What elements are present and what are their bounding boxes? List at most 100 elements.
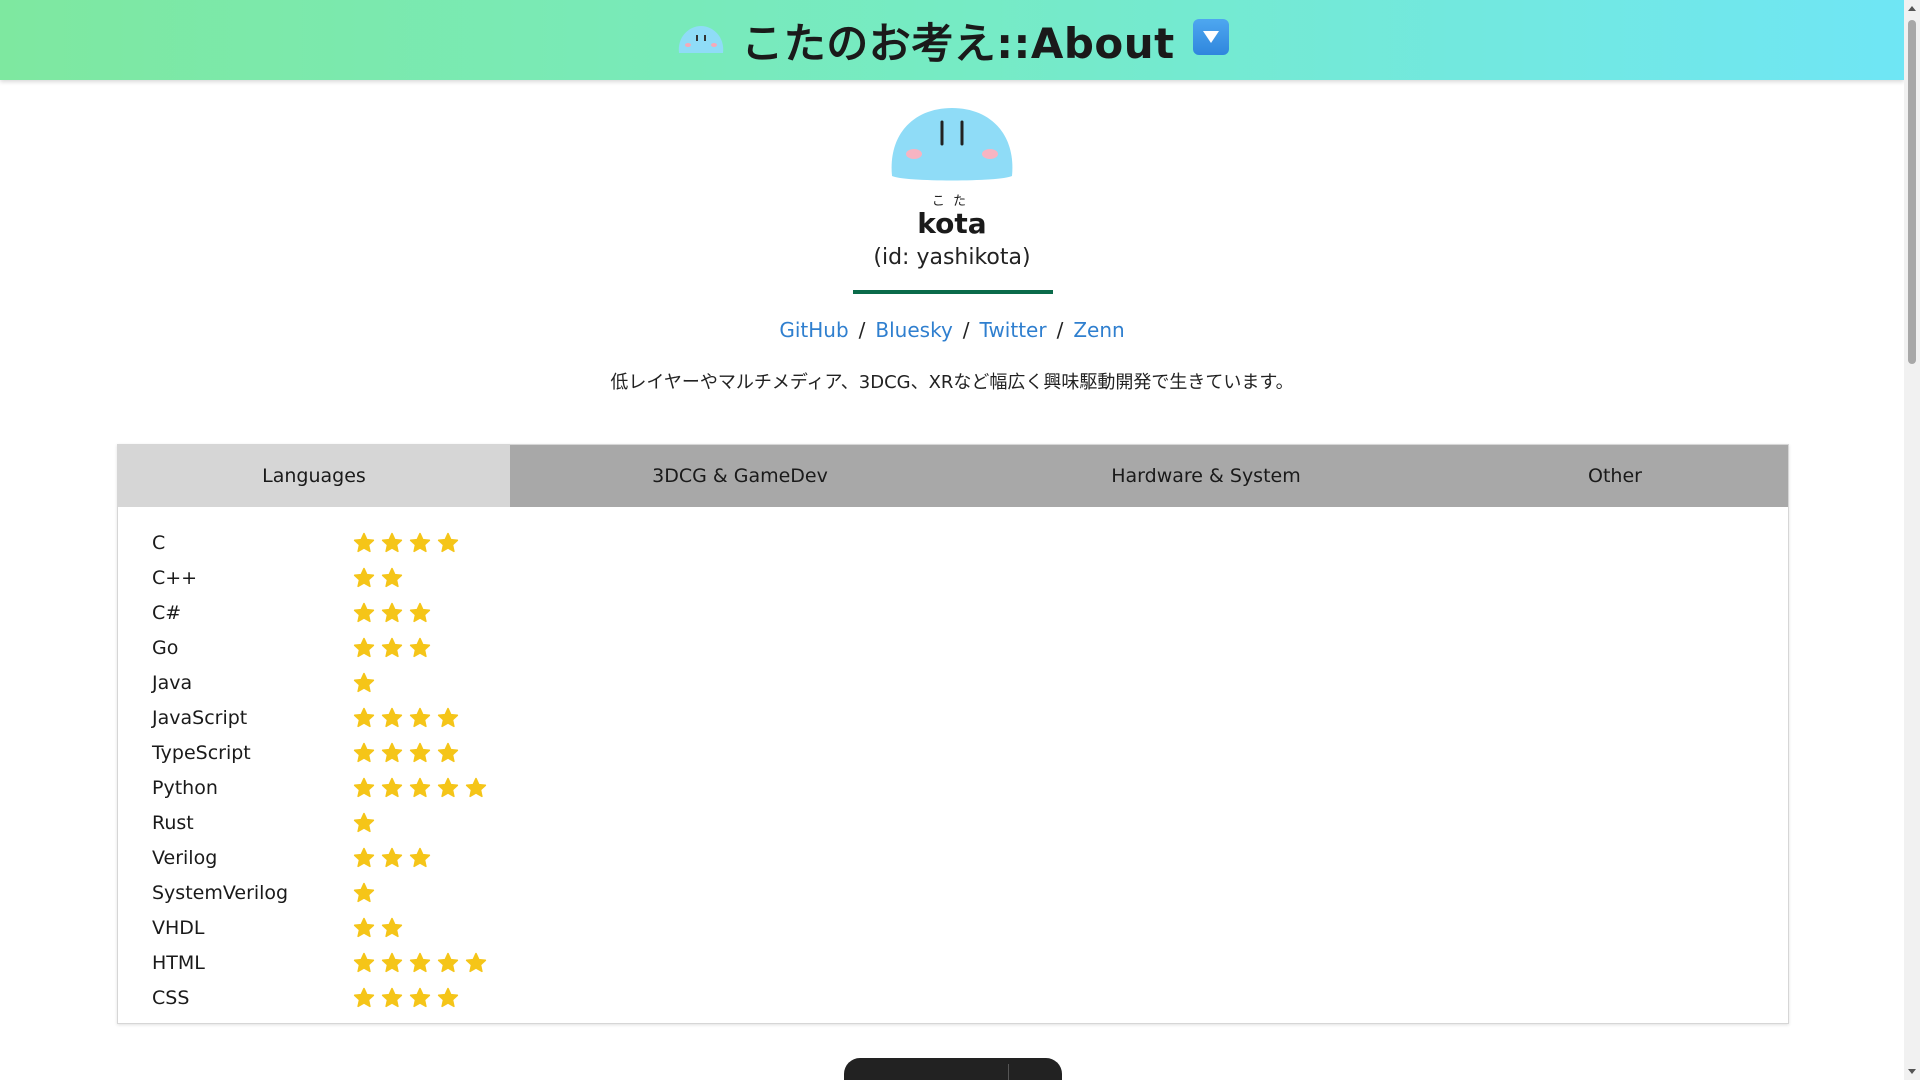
star-icon (409, 707, 431, 727)
scroll-up-icon[interactable] (1908, 6, 1916, 11)
star-icon (353, 637, 375, 657)
skill-name: C (152, 531, 166, 554)
star-icon (465, 777, 487, 797)
tab-hardware-system[interactable]: Hardware & System (970, 445, 1442, 507)
star-icon (353, 952, 375, 972)
profile-name: kota (917, 207, 987, 240)
star-icon (381, 532, 403, 552)
star-icon (353, 882, 375, 902)
skill-row: Verilog (152, 840, 1788, 875)
star-icon (409, 777, 431, 797)
scroll-down-icon[interactable] (1908, 1069, 1916, 1074)
skill-name: C# (152, 601, 182, 624)
skill-name: TypeScript (152, 741, 251, 764)
skill-row: CSS (152, 980, 1788, 1015)
skill-name: VHDL (152, 916, 205, 939)
page: こたのお考え::About こ た kota (id: yashikota) G… (0, 0, 1920, 1080)
scroll-thumb[interactable] (1908, 20, 1916, 364)
skill-rating (352, 531, 460, 555)
skill-rating (352, 846, 432, 870)
skill-row: Rust (152, 805, 1788, 840)
star-icon (381, 567, 403, 587)
skill-name: Python (152, 776, 218, 799)
star-icon (381, 707, 403, 727)
skill-row: TypeScript (152, 735, 1788, 770)
blue-blob-avatar (891, 108, 1013, 181)
link-github[interactable]: GitHub (779, 318, 848, 342)
star-icon (381, 847, 403, 867)
star-icon (353, 532, 375, 552)
link-bluesky[interactable]: Bluesky (875, 318, 952, 342)
skill-name: Java (152, 671, 193, 694)
skill-name: CSS (152, 986, 190, 1009)
skill-rating (352, 986, 460, 1010)
skill-name: Verilog (152, 846, 218, 869)
skill-rating (352, 636, 432, 660)
toolbar-divider (1008, 1064, 1009, 1080)
site-header: こたのお考え::About (0, 0, 1904, 80)
skill-rating (352, 671, 376, 695)
star-icon (381, 742, 403, 762)
skill-rating (352, 741, 460, 765)
vertical-scrollbar[interactable] (1904, 0, 1920, 1080)
star-icon (409, 602, 431, 622)
star-icon (381, 637, 403, 657)
star-icon (381, 602, 403, 622)
name-underline-divider (853, 290, 1053, 294)
star-icon (437, 987, 459, 1007)
star-icon (353, 777, 375, 797)
skill-rating (352, 951, 488, 975)
skill-name: Go (152, 636, 179, 659)
star-icon (381, 777, 403, 797)
skill-row: HTML (152, 945, 1788, 980)
star-icon (437, 707, 459, 727)
star-icon (353, 707, 375, 727)
star-icon (409, 952, 431, 972)
star-icon (437, 952, 459, 972)
site-title[interactable]: こたのお考え::About (741, 10, 1175, 71)
star-icon (381, 952, 403, 972)
skill-row: C (152, 525, 1788, 560)
skill-rating (352, 811, 376, 835)
tab-languages[interactable]: Languages (118, 445, 510, 507)
skill-rating (352, 601, 432, 625)
skills-list: C C++ C# Go Java JavaScript TypeScript Python Ru… (118, 507, 1788, 1015)
skill-row: Python (152, 770, 1788, 805)
link-separator: / (962, 318, 970, 342)
skill-name: JavaScript (152, 706, 248, 729)
link-zenn[interactable]: Zenn (1073, 318, 1124, 342)
star-icon (353, 602, 375, 622)
profile-name-block: こ た kota (id: yashikota) (0, 190, 1904, 270)
star-icon (465, 952, 487, 972)
link-twitter[interactable]: Twitter (980, 318, 1047, 342)
star-icon (353, 917, 375, 937)
floating-toolbar[interactable] (844, 1058, 1062, 1080)
bio-text: 低レイヤーやマルチメディア、3DCG、XRなど幅広く興味駆動開発で生きています。 (610, 372, 1294, 393)
tab-bar: Languages 3DCG & GameDev Hardware & Syst… (118, 445, 1788, 507)
star-icon (353, 987, 375, 1007)
star-icon (409, 987, 431, 1007)
star-icon (437, 742, 459, 762)
skill-rating (352, 916, 404, 940)
star-icon (353, 847, 375, 867)
star-icon (409, 532, 431, 552)
star-icon (353, 672, 375, 692)
link-separator: / (858, 318, 866, 342)
down-arrow-button-icon[interactable] (1192, 19, 1229, 55)
skill-row: C# (152, 595, 1788, 630)
tab-3dcg-gamedev[interactable]: 3DCG & GameDev (510, 445, 970, 507)
star-icon (409, 742, 431, 762)
skill-row: Java (152, 665, 1788, 700)
star-icon (409, 847, 431, 867)
tab-other[interactable]: Other (1442, 445, 1788, 507)
star-icon (437, 532, 459, 552)
blob-icon (679, 26, 724, 53)
skill-row: C++ (152, 560, 1788, 595)
skill-row: JavaScript (152, 700, 1788, 735)
star-icon (353, 812, 375, 832)
skill-name: SystemVerilog (152, 881, 289, 904)
skill-row: SystemVerilog (152, 875, 1788, 910)
skill-rating (352, 776, 488, 800)
skill-name: Rust (152, 811, 194, 834)
star-icon (409, 637, 431, 657)
